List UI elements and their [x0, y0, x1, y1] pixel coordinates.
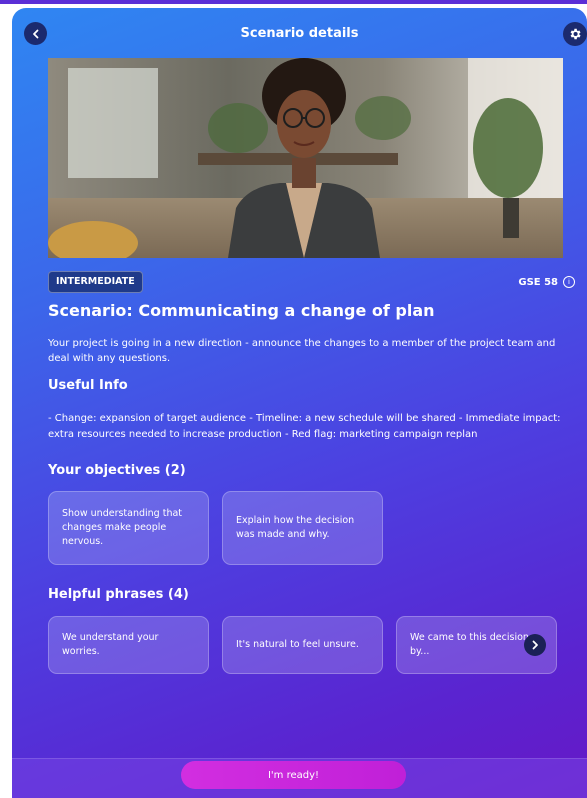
- level-badge: INTERMEDIATE: [48, 271, 143, 293]
- phrases-heading: Helpful phrases (4): [48, 587, 189, 602]
- info-icon[interactable]: i: [563, 276, 575, 288]
- settings-button[interactable]: [563, 22, 587, 46]
- phrase-card[interactable]: It's natural to feel unsure.: [222, 616, 383, 674]
- phrases-next-button[interactable]: [524, 634, 546, 656]
- avatar-illustration: [48, 58, 563, 258]
- phrase-text: It's natural to feel unsure.: [236, 639, 359, 650]
- scenario-description: Your project is going in a new direction…: [48, 338, 556, 364]
- objective-text: Explain how the decision was made and wh…: [236, 515, 355, 540]
- im-ready-label: I'm ready!: [267, 769, 320, 781]
- useful-info-text: - Change: expansion of target audience -…: [48, 413, 561, 440]
- useful-info-heading: Useful Info: [48, 378, 128, 393]
- top-accent-bar: [0, 0, 587, 4]
- scenario-panel: Scenario details INTERMEDIATE GSE 58 i S…: [12, 8, 587, 798]
- page-title: Scenario details: [240, 26, 359, 41]
- gear-icon: [570, 28, 581, 40]
- objectives-heading: Your objectives (2): [48, 463, 186, 478]
- phrase-card[interactable]: We understand your worries.: [48, 616, 209, 674]
- gse-label: GSE 58: [518, 276, 558, 288]
- gse-score: GSE 58 i: [518, 276, 575, 288]
- scenario-title: Scenario: Communicating a change of plan: [48, 301, 435, 320]
- header: Scenario details: [12, 8, 587, 58]
- chevron-right-icon: [532, 640, 538, 650]
- avatar-photo: [48, 58, 563, 258]
- phrase-text: We understand your worries.: [62, 632, 159, 657]
- objective-card[interactable]: Explain how the decision was made and wh…: [222, 491, 383, 565]
- objective-card[interactable]: Show understanding that changes make peo…: [48, 491, 209, 565]
- objective-text: Show understanding that changes make peo…: [62, 508, 183, 547]
- im-ready-button[interactable]: I'm ready!: [181, 761, 406, 789]
